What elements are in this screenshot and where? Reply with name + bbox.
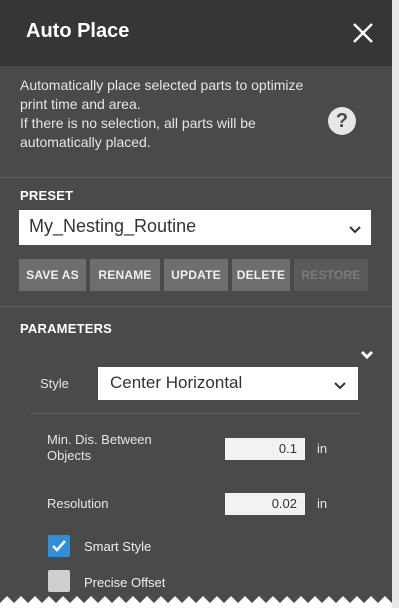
smart-style-label: Smart Style	[84, 539, 152, 554]
help-icon[interactable]: ?	[328, 107, 356, 135]
update-button[interactable]: UPDATE	[164, 259, 228, 291]
precise-offset-label: Precise Offset	[84, 575, 166, 590]
checkmark-icon	[52, 540, 66, 552]
description: Automatically place selected parts to op…	[20, 77, 304, 150]
precise-offset-checkbox[interactable]	[48, 570, 70, 592]
resolution-unit: in	[317, 496, 328, 511]
panel-shadow	[392, 0, 399, 608]
divider	[30, 413, 360, 414]
save-as-button[interactable]: SAVE AS	[19, 259, 86, 291]
style-select-value: Center Horizontal	[110, 373, 243, 392]
chevron-collapse-icon[interactable]	[360, 347, 374, 360]
resolution-label: Resolution	[47, 496, 109, 511]
auto-place-panel: Auto Place Automatically place selected …	[0, 0, 399, 608]
rename-button[interactable]: RENAME	[90, 259, 160, 291]
preset-label: PRESET	[20, 188, 74, 203]
preset-select[interactable]: My_Nesting_Routine	[19, 210, 371, 245]
restore-button[interactable]: RESTORE	[294, 259, 368, 291]
close-icon[interactable]	[348, 18, 378, 48]
smart-style-checkbox[interactable]	[48, 535, 70, 557]
min-dis-input[interactable]: 0.1	[225, 438, 305, 460]
resolution-input[interactable]: 0.02	[225, 493, 305, 515]
min-dis-label: Min. Dis. Between Objects	[47, 432, 152, 463]
preset-select-value: My_Nesting_Routine	[29, 216, 197, 236]
torn-edge	[0, 596, 399, 608]
divider	[0, 177, 392, 178]
title-bar: Auto Place	[0, 0, 392, 66]
parameters-label: PARAMETERS	[20, 321, 113, 336]
style-label: Style	[40, 376, 69, 391]
chevron-down-icon	[334, 378, 346, 396]
chevron-down-icon	[349, 222, 361, 240]
divider	[0, 306, 392, 307]
dialog-title: Auto Place	[26, 20, 130, 42]
min-dis-unit: in	[317, 441, 328, 456]
style-select[interactable]: Center Horizontal	[98, 367, 358, 400]
delete-button[interactable]: DELETE	[232, 259, 290, 291]
